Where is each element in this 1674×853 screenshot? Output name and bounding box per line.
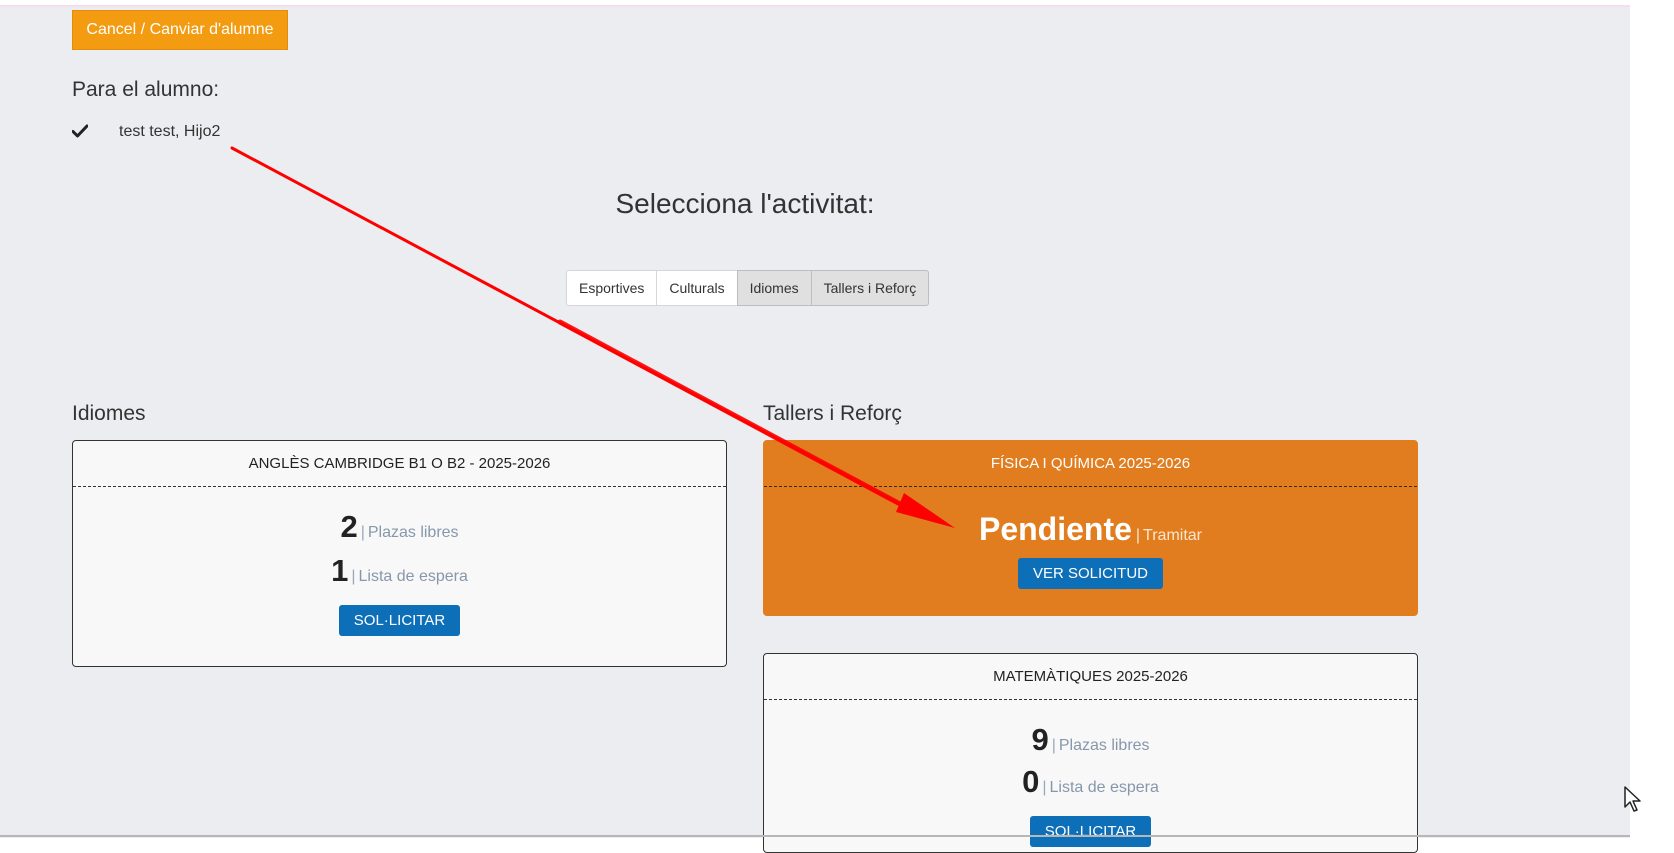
separator: |	[360, 524, 365, 541]
tab-culturals[interactable]: Culturals	[656, 270, 738, 306]
activity-card-angles-cambridge: ANGLÈS CAMBRIDGE B1 O B2 - 2025-2026 2 |…	[72, 440, 727, 667]
select-activity-title: Selecciona l'activitat:	[615, 188, 875, 219]
separator: |	[1135, 527, 1141, 544]
free-places-count: 2	[340, 509, 358, 544]
activity-category-tabs: Esportives Culturals Idiomes Tallers i R…	[566, 270, 930, 306]
tab-idiomes[interactable]: Idiomes	[736, 270, 812, 306]
request-button[interactable]: SOL·LICITAR	[338, 605, 461, 636]
status-badge: Pendiente	[978, 511, 1132, 547]
status-action-label: Tramitar	[1143, 527, 1203, 544]
bottom-divider	[0, 835, 1630, 837]
free-places-row: 2 | Plazas libres	[73, 509, 726, 545]
tab-tallers-i-reforc[interactable]: Tallers i Reforç	[810, 270, 930, 306]
waitlist-label: Lista de espera	[1049, 779, 1159, 796]
card-title: FÍSICA I QUÍMICA 2025-2026	[764, 441, 1417, 487]
section-title-tallers-i-reforc: Tallers i Reforç	[763, 402, 902, 425]
separator: |	[1042, 779, 1047, 796]
check-icon	[72, 124, 88, 138]
free-places-count: 9	[1031, 722, 1049, 757]
separator: |	[351, 568, 356, 585]
activity-card-matematiques: MATEMÀTIQUES 2025-2026 9 | Plazas libres…	[763, 653, 1418, 853]
separator: |	[1051, 737, 1056, 754]
waitlist-label: Lista de espera	[358, 568, 468, 585]
pending-status-row: Pendiente | Tramitar	[764, 511, 1417, 548]
free-places-row: 9 | Plazas libres	[764, 722, 1417, 758]
section-title-idiomes: Idiomes	[72, 402, 146, 425]
view-request-button[interactable]: VER SOLICITUD	[1017, 558, 1164, 589]
free-places-label: Plazas libres	[1058, 737, 1150, 754]
waitlist-count: 0	[1022, 764, 1040, 799]
student-name: test test, Hijo2	[119, 123, 221, 140]
waitlist-row: 0 | Lista de espera	[764, 764, 1417, 800]
free-places-label: Plazas libres	[367, 524, 459, 541]
tab-esportives[interactable]: Esportives	[566, 270, 658, 306]
card-title: MATEMÀTIQUES 2025-2026	[764, 654, 1417, 700]
cancel-change-student-button[interactable]: Cancel / Canviar d'alumne	[72, 10, 288, 50]
waitlist-count: 1	[331, 553, 349, 588]
card-title: ANGLÈS CAMBRIDGE B1 O B2 - 2025-2026	[73, 441, 726, 487]
student-heading: Para el alumno:	[72, 78, 220, 101]
activity-card-fisica-i-quimica: FÍSICA I QUÍMICA 2025-2026 Pendiente | T…	[763, 440, 1418, 616]
request-button[interactable]: SOL·LICITAR	[1029, 816, 1152, 847]
mouse-cursor-icon	[1624, 786, 1641, 812]
waitlist-row: 1 | Lista de espera	[73, 553, 726, 589]
